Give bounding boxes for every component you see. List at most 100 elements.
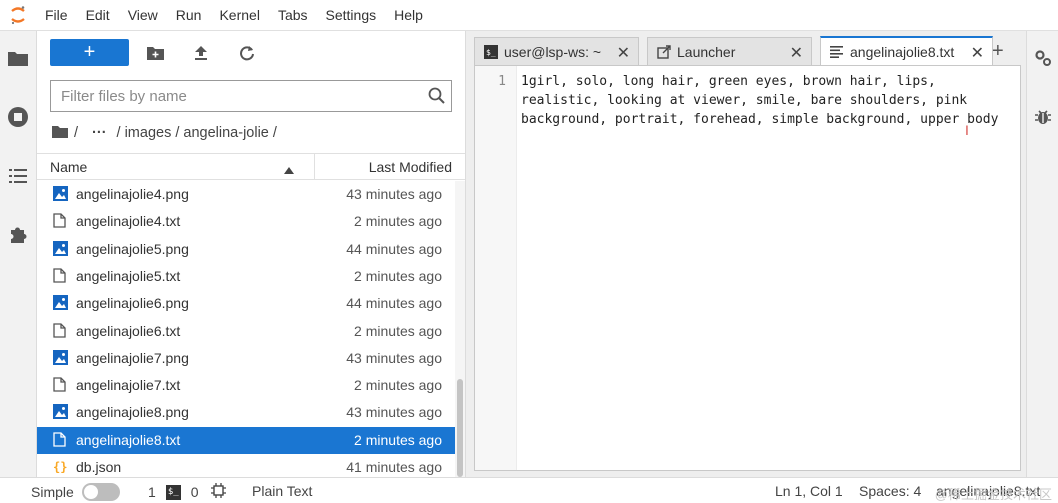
status-bar: Simple 1 $_ 0 Plain Text Ln 1, Col 1 Spa…	[0, 477, 1058, 503]
file-name: angelinajolie7.png	[76, 349, 189, 366]
simple-mode-label: Simple	[31, 484, 74, 500]
add-tab-icon[interactable]: +	[992, 40, 1004, 63]
tab-terminal[interactable]: $_ user@lsp-ws: ~ ✕	[474, 37, 639, 65]
jupyter-logo-icon	[0, 0, 36, 31]
menu-kernel[interactable]: Kernel	[210, 0, 268, 31]
line-number: 1	[498, 74, 506, 89]
tab-editor-file[interactable]: angelinajolie8.txt ✕	[820, 36, 993, 65]
filter-files-field[interactable]	[50, 80, 452, 112]
toggle-switch[interactable]	[81, 483, 120, 501]
menu-settings[interactable]: Settings	[317, 0, 386, 31]
property-inspector-gear-icon[interactable]	[1034, 49, 1052, 70]
extensions-puzzle-icon[interactable]	[6, 223, 30, 247]
text-file-icon	[53, 213, 69, 229]
sort-ascending-icon[interactable]	[284, 161, 294, 177]
file-list-item[interactable]: angelinajolie8.txt 2 minutes ago	[37, 426, 455, 454]
new-launcher-button[interactable]: +	[50, 39, 129, 66]
indentation-spaces[interactable]: Spaces: 4	[859, 483, 921, 499]
svg-text:{}: {}	[53, 460, 67, 474]
file-name: angelinajolie8.png	[76, 404, 189, 421]
close-icon[interactable]: ✕	[971, 43, 984, 63]
file-list-item[interactable]: angelinajolie4.txt 2 minutes ago	[37, 208, 455, 235]
file-modified: 44 minutes ago	[346, 240, 442, 257]
file-list-item[interactable]: angelinajolie5.png 44 minutes ago	[37, 236, 455, 263]
file-list-header: Name Last Modified	[37, 153, 465, 180]
file-list-item[interactable]: angelinajolie5.txt 2 minutes ago	[37, 263, 455, 290]
name-column-header[interactable]: Name	[50, 159, 87, 175]
scrollbar-thumb[interactable]	[457, 379, 463, 477]
file-list-item[interactable]: angelinajolie6.txt 2 minutes ago	[37, 318, 455, 345]
text-file-icon	[53, 268, 69, 284]
mouse-ibeam-cursor-icon: I	[965, 122, 969, 138]
image-file-icon	[53, 349, 69, 366]
svg-text:$_: $_	[486, 48, 496, 57]
file-name: angelinajolie5.png	[76, 240, 189, 257]
home-folder-icon[interactable]	[52, 125, 68, 142]
kernel-status-icon	[210, 483, 226, 501]
text-file-icon	[53, 432, 69, 448]
tab-launcher[interactable]: Launcher ✕	[647, 37, 812, 65]
file-browser-toolbar: +	[37, 31, 466, 75]
file-name: angelinajolie4.png	[76, 186, 189, 202]
menu-tabs[interactable]: Tabs	[269, 0, 317, 31]
simple-mode-toggle[interactable]: Simple	[31, 483, 120, 501]
refresh-icon[interactable]	[237, 43, 257, 63]
debugger-bug-icon[interactable]	[1034, 108, 1052, 129]
file-list-item[interactable]: {} db.json 41 minutes ago	[37, 454, 455, 477]
tab-bar: $_ user@lsp-ws: ~ ✕ Launcher ✕ angelinaj…	[474, 36, 1023, 65]
filter-files-input[interactable]	[51, 81, 411, 111]
upload-icon[interactable]	[191, 43, 211, 63]
folder-icon[interactable]	[6, 46, 30, 70]
file-list-scrollbar[interactable]	[455, 181, 465, 477]
breadcrumb-path[interactable]: / images / angelina-jolie /	[117, 125, 277, 141]
text-file-icon	[830, 45, 844, 59]
kernel-count[interactable]: 1 $_ 0	[148, 483, 226, 501]
breadcrumb: / ··· / images / angelina-jolie /	[52, 123, 283, 143]
file-name: angelinajolie4.txt	[76, 213, 181, 230]
terminals-count: 0	[190, 484, 199, 500]
editor-line: background, portrait, forehead, simple b…	[521, 112, 999, 127]
menu-bar: File Edit View Run Kernel Tabs Settings …	[0, 0, 1058, 31]
cursor-position[interactable]: Ln 1, Col 1	[775, 483, 843, 499]
menu-edit[interactable]: Edit	[77, 0, 119, 31]
json-file-icon: {}	[53, 459, 69, 475]
close-icon[interactable]: ✕	[617, 43, 630, 63]
left-activity-bar	[0, 31, 37, 477]
menu-help[interactable]: Help	[385, 0, 432, 31]
launcher-icon	[657, 44, 671, 59]
file-modified: 2 minutes ago	[354, 377, 442, 394]
image-file-icon	[53, 186, 69, 202]
table-of-contents-icon[interactable]	[6, 164, 30, 188]
language-indicator[interactable]: Plain Text	[252, 483, 312, 499]
last-modified-column-header[interactable]: Last Modified	[369, 159, 452, 175]
new-folder-icon[interactable]	[145, 43, 165, 63]
file-modified: 2 minutes ago	[354, 213, 442, 230]
file-list-item[interactable]: angelinajolie4.png 43 minutes ago	[37, 181, 455, 208]
menu-view[interactable]: View	[119, 0, 167, 31]
file-modified: 2 minutes ago	[354, 267, 442, 284]
running-sessions-icon[interactable]	[6, 105, 30, 129]
breadcrumb-root[interactable]: /	[74, 125, 78, 141]
file-name: angelinajolie6.png	[76, 295, 189, 312]
text-editor[interactable]: 1 1girl, solo, long hair, green eyes, br…	[474, 65, 1021, 471]
breadcrumb-ellipsis[interactable]: ···	[92, 125, 107, 141]
image-file-icon	[53, 295, 69, 311]
tab-editor-label: angelinajolie8.txt	[850, 43, 955, 60]
kernels-count: 1	[148, 484, 156, 500]
menu-run[interactable]: Run	[167, 0, 211, 31]
file-list-item[interactable]: angelinajolie7.txt 2 minutes ago	[37, 372, 455, 399]
file-name: db.json	[76, 459, 122, 475]
editor-content[interactable]: 1girl, solo, long hair, green eyes, brow…	[521, 72, 1016, 129]
image-file-icon	[53, 404, 69, 420]
column-divider[interactable]	[314, 154, 315, 179]
file-list-item[interactable]: angelinajolie6.png 44 minutes ago	[37, 290, 455, 317]
file-name: angelinajolie6.txt	[76, 322, 181, 339]
file-list-item[interactable]: angelinajolie8.png 43 minutes ago	[37, 399, 455, 426]
file-name: angelinajolie8.txt	[76, 431, 181, 448]
watermark: @稀土掘金技术社区	[934, 487, 1052, 502]
close-icon[interactable]: ✕	[790, 43, 803, 63]
terminal-icon: $_	[484, 44, 498, 59]
menu-file[interactable]: File	[36, 0, 77, 31]
file-list-item[interactable]: angelinajolie7.png 43 minutes ago	[37, 345, 455, 372]
tab-launcher-label: Launcher	[677, 43, 736, 60]
